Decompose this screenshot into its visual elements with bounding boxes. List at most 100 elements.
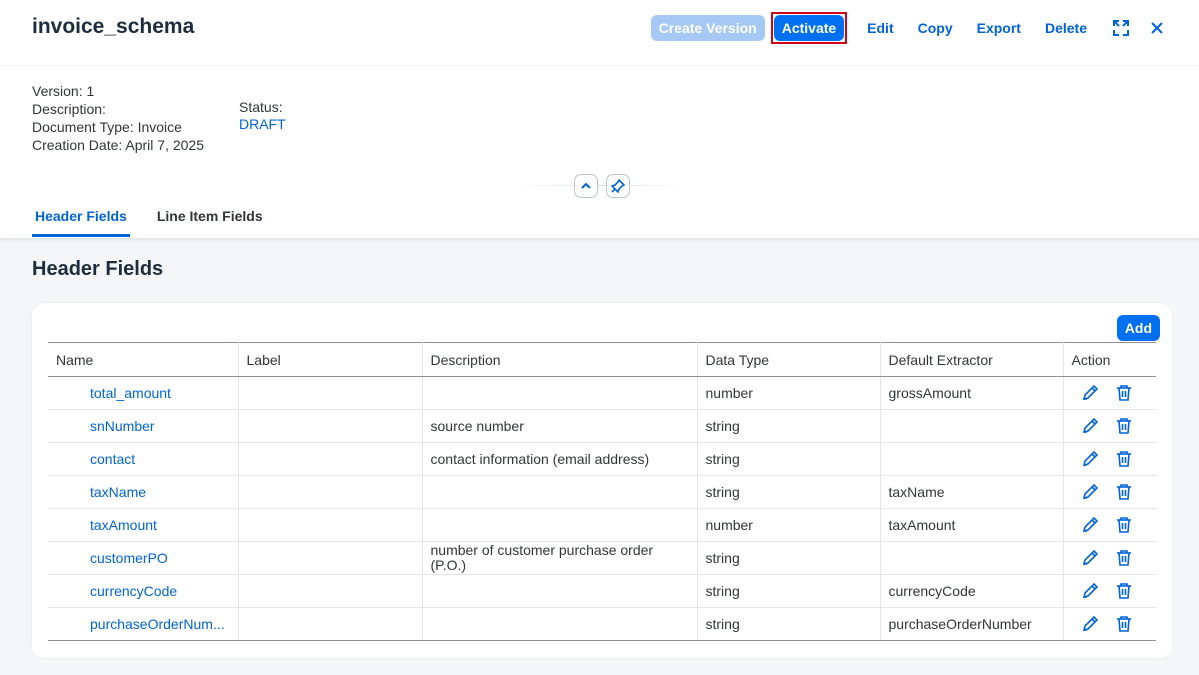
trash-icon[interactable] xyxy=(1114,383,1134,403)
status-value: DRAFT xyxy=(239,116,286,132)
field-description-cell xyxy=(422,475,698,509)
field-name-link[interactable]: taxName xyxy=(48,475,239,509)
field-extractor-cell: currencyCode xyxy=(880,574,1064,608)
field-label-cell xyxy=(238,409,423,443)
status-label: Status: xyxy=(239,99,283,115)
version-text: Version: 1 xyxy=(32,83,95,99)
table-row[interactable]: purchaseOrderNum... string purchaseOrderNu… xyxy=(48,607,1156,641)
field-label-cell xyxy=(238,376,423,410)
trash-icon[interactable] xyxy=(1114,548,1134,568)
row-actions xyxy=(1072,515,1149,535)
description-text: Description: xyxy=(32,101,106,117)
pin-icon[interactable] xyxy=(606,174,630,198)
field-data-type-cell: number xyxy=(697,376,881,410)
field-name-link[interactable]: total_amount xyxy=(48,376,239,410)
section-title: Header Fields xyxy=(32,258,164,280)
row-actions xyxy=(1072,383,1149,403)
field-description-cell xyxy=(422,376,698,410)
title-bar: invoice_schema Create Version Activate E… xyxy=(0,0,1199,66)
table-row[interactable]: snNumber source number string xyxy=(48,409,1156,443)
row-actions xyxy=(1072,449,1149,469)
table-row[interactable]: currencyCode string currencyCode xyxy=(48,574,1156,608)
chevron-up-icon[interactable] xyxy=(574,174,598,198)
field-extractor-cell: taxAmount xyxy=(880,508,1064,542)
status-block: Status: DRAFT xyxy=(239,99,286,133)
trash-icon[interactable] xyxy=(1114,614,1134,634)
field-data-type-cell: string xyxy=(697,409,881,443)
column-header-default-extractor: Default Extractor xyxy=(880,342,1064,377)
pencil-icon[interactable] xyxy=(1080,548,1100,568)
row-actions xyxy=(1072,416,1149,436)
page-title: invoice_schema xyxy=(32,15,195,38)
tab-line-item-fields[interactable]: Line Item Fields xyxy=(154,200,266,237)
field-description-cell xyxy=(422,508,698,542)
column-header-data-type: Data Type xyxy=(697,342,881,377)
field-data-type-cell: string xyxy=(697,442,881,476)
field-extractor-cell: taxName xyxy=(880,475,1064,509)
create-version-button[interactable]: Create Version xyxy=(650,15,765,41)
pencil-icon[interactable] xyxy=(1080,383,1100,403)
field-description-cell xyxy=(422,574,698,608)
delete-button[interactable]: Delete xyxy=(1033,15,1099,41)
field-label-cell xyxy=(238,442,423,476)
trash-icon[interactable] xyxy=(1114,482,1134,502)
row-actions xyxy=(1072,581,1149,601)
pencil-icon[interactable] xyxy=(1080,614,1100,634)
pencil-icon[interactable] xyxy=(1080,482,1100,502)
header-divider xyxy=(516,185,688,186)
field-action-cell xyxy=(1063,442,1156,476)
edit-button[interactable]: Edit xyxy=(855,15,905,41)
field-name-link[interactable]: snNumber xyxy=(48,409,239,443)
table-row[interactable]: contact contact information (email addres… xyxy=(48,442,1156,476)
field-name-link[interactable]: taxAmount xyxy=(48,508,239,542)
field-action-cell xyxy=(1063,574,1156,608)
pencil-icon[interactable] xyxy=(1080,581,1100,601)
field-action-cell xyxy=(1063,508,1156,542)
field-extractor-cell xyxy=(880,409,1064,443)
field-data-type-cell: string xyxy=(697,541,881,575)
tab-header-fields[interactable]: Header Fields xyxy=(32,200,130,237)
field-description-cell: source number xyxy=(422,409,698,443)
metadata-block: Version: 1 Description: Document Type: I… xyxy=(32,82,204,154)
header-fields-card: Add Name Label Description Data Type Def… xyxy=(32,303,1172,658)
field-action-cell xyxy=(1063,376,1156,410)
field-extractor-cell xyxy=(880,442,1064,476)
activate-button[interactable]: Activate xyxy=(773,15,845,41)
trash-icon[interactable] xyxy=(1114,515,1134,535)
field-extractor-cell: grossAmount xyxy=(880,376,1064,410)
close-icon[interactable] xyxy=(1143,14,1171,42)
row-actions xyxy=(1072,548,1149,568)
field-label-cell xyxy=(238,607,423,641)
add-button[interactable]: Add xyxy=(1116,315,1160,341)
table-row[interactable]: taxName string taxName xyxy=(48,475,1156,509)
column-header-name: Name xyxy=(48,342,239,377)
field-label-cell xyxy=(238,475,423,509)
pencil-icon[interactable] xyxy=(1080,515,1100,535)
trash-icon[interactable] xyxy=(1114,416,1134,436)
column-header-action: Action xyxy=(1063,342,1156,377)
table-row[interactable]: customerPO number of customer purchase or… xyxy=(48,541,1156,575)
copy-button[interactable]: Copy xyxy=(906,15,965,41)
field-data-type-cell: string xyxy=(697,607,881,641)
object-page-header: invoice_schema Create Version Activate E… xyxy=(0,0,1199,238)
field-action-cell xyxy=(1063,475,1156,509)
export-button[interactable]: Export xyxy=(965,15,1033,41)
fullscreen-icon[interactable] xyxy=(1107,14,1135,42)
field-label-cell xyxy=(238,541,423,575)
document-type-text: Document Type: Invoice xyxy=(32,119,182,135)
field-name-link[interactable]: currencyCode xyxy=(48,574,239,608)
table-row[interactable]: taxAmount number taxAmount xyxy=(48,508,1156,542)
field-name-link[interactable]: customerPO xyxy=(48,541,239,575)
pencil-icon[interactable] xyxy=(1080,449,1100,469)
field-data-type-cell: number xyxy=(697,508,881,542)
field-name-link[interactable]: purchaseOrderNum... xyxy=(48,607,239,641)
field-action-cell xyxy=(1063,607,1156,641)
field-description-cell: contact information (email address) xyxy=(422,442,698,476)
field-extractor-cell: purchaseOrderNumber xyxy=(880,607,1064,641)
trash-icon[interactable] xyxy=(1114,581,1134,601)
trash-icon[interactable] xyxy=(1114,449,1134,469)
row-actions xyxy=(1072,482,1149,502)
pencil-icon[interactable] xyxy=(1080,416,1100,436)
field-name-link[interactable]: contact xyxy=(48,442,239,476)
table-row[interactable]: total_amount number grossAmount xyxy=(48,376,1156,410)
